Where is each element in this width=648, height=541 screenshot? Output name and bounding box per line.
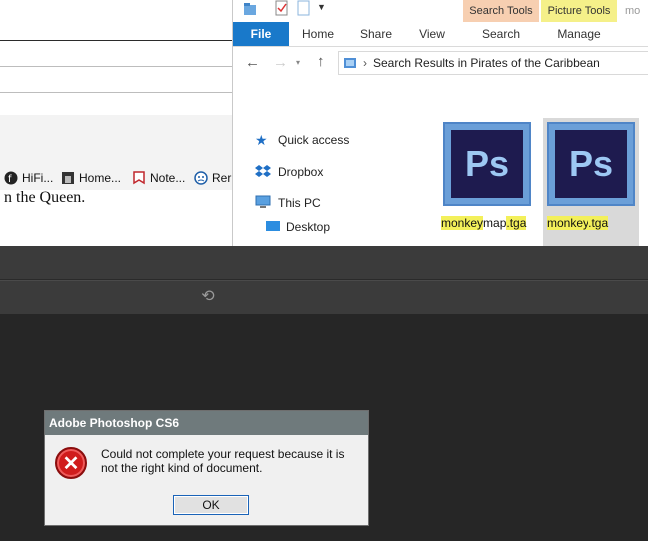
bookmark-label: Note... bbox=[150, 171, 186, 185]
error-icon: ✕ bbox=[55, 447, 87, 479]
tab-search[interactable]: Search bbox=[463, 22, 539, 46]
nav-desktop[interactable]: Desktop bbox=[265, 217, 330, 237]
note-icon bbox=[132, 171, 146, 185]
svg-text:f: f bbox=[8, 174, 12, 185]
nav-label: Quick access bbox=[278, 133, 350, 147]
nav-label: Desktop bbox=[286, 220, 331, 234]
tab-file[interactable]: File bbox=[233, 22, 289, 46]
photoshop-file-icon: Ps bbox=[547, 122, 635, 206]
address-bar[interactable]: › Search Results in Pirates of the Carib… bbox=[338, 51, 648, 75]
bookmark-label: Rer bbox=[212, 171, 232, 185]
nav-dropbox[interactable]: Dropbox bbox=[255, 162, 323, 182]
star-icon: ★ bbox=[255, 131, 268, 148]
bookmark-note[interactable]: Note... bbox=[132, 168, 185, 188]
search-results-icon bbox=[343, 56, 357, 70]
browser-address-bar[interactable] bbox=[0, 66, 232, 92]
picture-tools-header: Picture Tools bbox=[541, 0, 617, 22]
photoshop-file-icon: Ps bbox=[443, 122, 531, 206]
smiley-icon bbox=[194, 171, 208, 185]
dropbox-icon bbox=[255, 164, 271, 181]
new-folder-icon[interactable] bbox=[297, 0, 311, 16]
file-tile-monkey[interactable]: Ps monkey.tga bbox=[543, 118, 639, 246]
dialog-message: Could not complete your request because … bbox=[101, 447, 345, 475]
nav-quick-access[interactable]: ★ Quick access bbox=[255, 130, 349, 150]
dialog-title: Adobe Photoshop CS6 bbox=[45, 411, 368, 435]
divider bbox=[0, 280, 648, 281]
file-name: monkeymap.tga bbox=[441, 216, 527, 230]
computer-icon bbox=[255, 195, 271, 212]
tab-home[interactable]: Home bbox=[293, 22, 343, 46]
address-text: Search Results in Pirates of the Caribbe… bbox=[373, 56, 600, 70]
explorer-window: ▼ Search Tools Picture Tools mo File Hom… bbox=[232, 0, 648, 246]
desktop-icon bbox=[265, 219, 281, 236]
bookmark-hifi[interactable]: f HiFi... bbox=[4, 168, 53, 188]
forward-arrow-icon[interactable]: → bbox=[273, 54, 289, 71]
properties-icon[interactable] bbox=[275, 0, 289, 16]
window-title-fragment: mo bbox=[625, 5, 641, 17]
back-arrow-icon[interactable]: ← bbox=[245, 54, 261, 71]
browser-tab-bar bbox=[0, 0, 232, 41]
bookmark-home[interactable]: Home... bbox=[61, 168, 121, 188]
error-dialog: Adobe Photoshop CS6 ✕ Could not complete… bbox=[44, 410, 369, 526]
tab-view[interactable]: View bbox=[409, 22, 455, 46]
rotate-icon[interactable]: ⟲ bbox=[199, 288, 217, 306]
page-body-text: n the Queen. bbox=[4, 189, 86, 206]
file-name: monkey.tga bbox=[547, 216, 609, 230]
nav-this-pc[interactable]: This PC bbox=[255, 193, 321, 213]
browser-toolbar bbox=[0, 92, 232, 116]
folder-icon[interactable] bbox=[243, 2, 257, 16]
ok-button[interactable]: OK bbox=[173, 495, 249, 515]
home-icon bbox=[61, 171, 75, 185]
search-tools-header: Search Tools bbox=[463, 0, 539, 22]
up-arrow-icon[interactable]: ↑ bbox=[317, 53, 333, 70]
file-tile-monkeymap[interactable]: Ps monkeymap.tga bbox=[439, 118, 535, 246]
photoshop-options-bar bbox=[0, 246, 648, 314]
nav-label: This PC bbox=[278, 196, 321, 210]
tab-manage[interactable]: Manage bbox=[541, 22, 617, 46]
dropdown-icon[interactable]: ▼ bbox=[317, 2, 327, 14]
tab-share[interactable]: Share bbox=[351, 22, 401, 46]
bookmark-rer[interactable]: Rer bbox=[194, 168, 231, 188]
bookmark-label: HiFi... bbox=[22, 171, 54, 185]
hifi-icon: f bbox=[4, 171, 18, 185]
nav-label: Dropbox bbox=[278, 165, 324, 179]
recent-dropdown-icon[interactable]: ▾ bbox=[296, 58, 306, 68]
breadcrumb-chevron-icon: › bbox=[363, 56, 367, 70]
bookmark-label: Home... bbox=[79, 171, 122, 185]
